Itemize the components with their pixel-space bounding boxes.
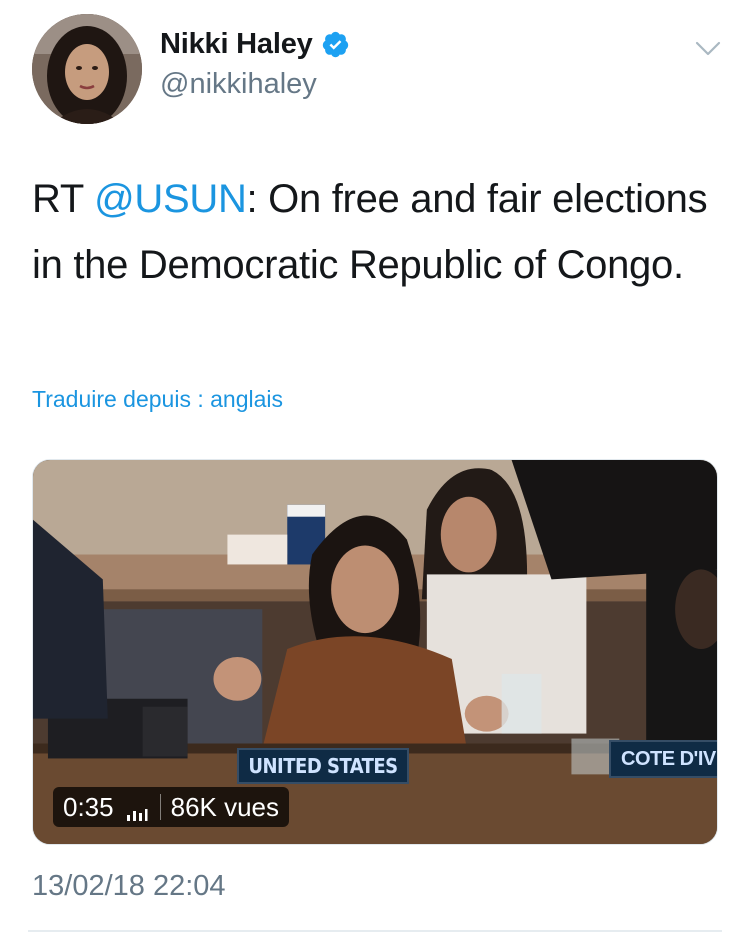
tweet-header: Nikki Haley @nikkihaley — [0, 0, 750, 130]
translate-link[interactable]: Traduire depuis : anglais — [32, 386, 283, 413]
video-info-badge: 0:35 86K vues — [53, 787, 290, 827]
profile-photo — [32, 14, 142, 124]
divider — [28, 930, 722, 932]
mention-link[interactable]: @USUN — [94, 177, 247, 221]
nameplate-cote-divoire: COTE D'IV — [609, 740, 717, 778]
author-name-row: Nikki Haley — [160, 28, 350, 61]
retweet-prefix: RT — [32, 177, 95, 221]
video-view-count: 86K vues — [170, 791, 280, 822]
tweet-timestamp[interactable]: 13/02/18 22:04 — [32, 870, 226, 903]
badge-divider — [159, 794, 161, 820]
avatar[interactable] — [32, 14, 142, 124]
video-duration: 0:35 — [63, 791, 114, 822]
verified-badge-icon — [321, 30, 350, 59]
video-player[interactable]: UNITED STATES COTE D'IV 0:35 86K vues — [32, 459, 718, 845]
display-name[interactable]: Nikki Haley — [160, 28, 313, 61]
chevron-down-icon[interactable] — [694, 36, 722, 60]
author-handle[interactable]: @nikkihaley — [160, 68, 317, 101]
nameplate-united-states: UNITED STATES — [237, 748, 409, 784]
views-bars-icon — [126, 798, 148, 821]
tweet-text: RT @USUN: On free and fair elections in … — [32, 166, 722, 298]
